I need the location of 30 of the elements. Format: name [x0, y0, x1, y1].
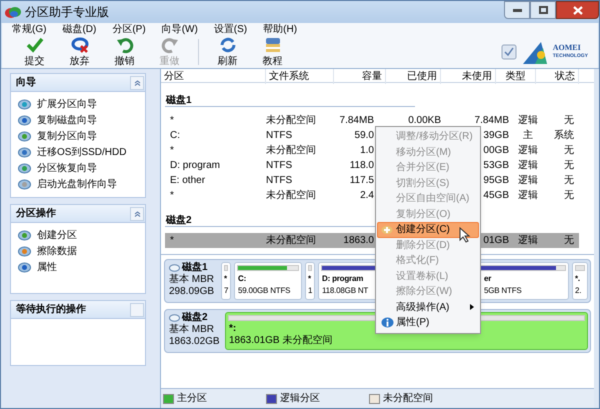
- logo-name: AOMEI: [552, 43, 582, 52]
- partition-info: 5GB NTFS: [484, 285, 522, 297]
- disk-scheme: 基本 MBR: [169, 324, 215, 336]
- legend-label: 逻辑分区: [280, 392, 320, 406]
- partition-label: er: [484, 273, 492, 285]
- disk-group-title: 磁盘1: [165, 93, 415, 107]
- disk-size: 1863.02GB: [169, 336, 221, 348]
- partition-info: 118.08GB NT: [322, 285, 368, 297]
- partition-label: *: [308, 273, 311, 285]
- partition-info: 2.: [575, 285, 582, 297]
- partition-label: *: [224, 273, 227, 285]
- window-title: 分区助手专业版: [25, 4, 109, 21]
- partition-label: *:: [229, 323, 236, 335]
- disk-size: 298.09GB: [169, 286, 216, 298]
- partition-info: 59.00GB NTFS: [238, 285, 290, 297]
- partition-info: 7: [224, 285, 228, 297]
- legend-label: 未分配空间: [383, 392, 433, 406]
- panel-title: 等待执行的操作: [15, 302, 86, 317]
- partition-label: C:: [238, 273, 246, 285]
- disk-name: 磁盘2: [182, 312, 208, 324]
- table-cell: 0.00KB: [408, 115, 441, 126]
- partition-label: *.: [575, 273, 580, 285]
- partition-label: D: program: [322, 273, 364, 285]
- partition-info: 1: [308, 285, 312, 297]
- partition-info: 1863.01GB 未分配空间: [229, 335, 332, 347]
- disk-name: 磁盘1: [182, 262, 208, 274]
- disk-scheme: 基本 MBR: [169, 274, 215, 286]
- panel-title: 向导: [15, 76, 36, 90]
- panel-title: 分区操作: [14, 206, 56, 221]
- legend-label: 主分区: [177, 392, 207, 406]
